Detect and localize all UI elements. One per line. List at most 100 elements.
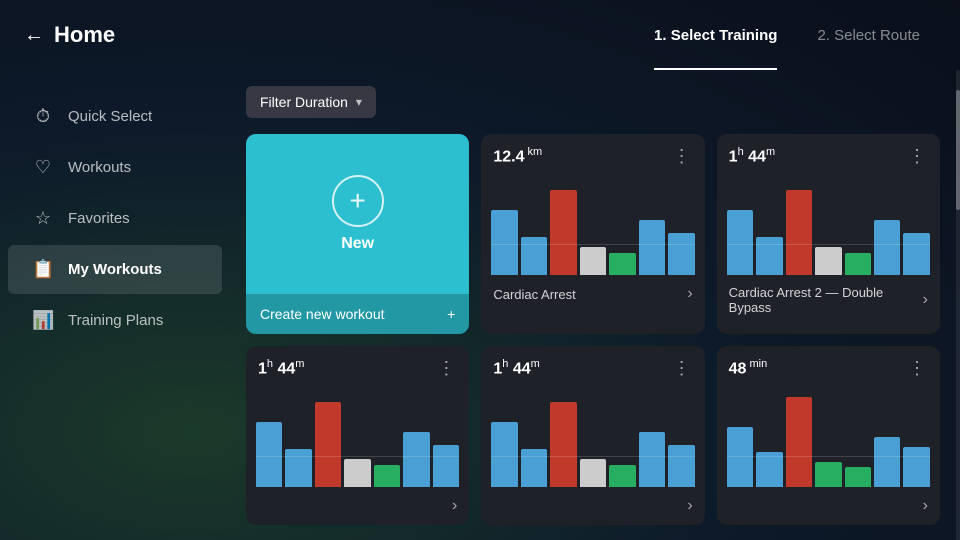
bar xyxy=(550,190,576,275)
card-duration: 1h 44m xyxy=(729,146,775,166)
bar xyxy=(845,467,871,487)
sidebar-item-quick-select[interactable]: ⏱ Quick Select xyxy=(8,92,222,141)
bar xyxy=(374,465,400,487)
back-button[interactable]: ← xyxy=(24,24,44,47)
arrow-right-icon: › xyxy=(687,285,692,303)
sidebar: ⏱ Quick Select ♡ Workouts ☆ Favorites 📋 … xyxy=(0,70,230,540)
star-icon: ☆ xyxy=(32,208,54,229)
bar xyxy=(256,422,282,487)
workout-card-3[interactable]: 1h 44m ⋮ › xyxy=(246,346,469,525)
main-layout: ⏱ Quick Select ♡ Workouts ☆ Favorites 📋 … xyxy=(0,70,960,540)
arrow-right-icon: › xyxy=(923,291,928,309)
arrow-right-icon: › xyxy=(923,497,928,515)
create-card-bottom: Create new workout + xyxy=(246,294,469,334)
chart-baseline xyxy=(727,456,930,457)
bar xyxy=(903,447,929,487)
page-title: Home xyxy=(54,22,115,48)
heart-icon: ♡ xyxy=(32,157,54,178)
card-header: 48 min ⋮ xyxy=(717,346,940,387)
workout-card-5[interactable]: 48 min ⋮ › xyxy=(717,346,940,525)
bar xyxy=(491,210,517,275)
more-menu-icon[interactable]: ⋮ xyxy=(906,146,928,167)
workout-name: Cardiac Arrest xyxy=(493,287,575,302)
arrow-right-icon: › xyxy=(452,497,457,515)
workout-name: Cardiac Arrest 2 — Double Bypass xyxy=(729,285,923,315)
chart-area xyxy=(246,387,469,487)
bar xyxy=(874,220,900,275)
bar xyxy=(521,237,547,275)
bar xyxy=(815,462,841,487)
sidebar-item-label: My Workouts xyxy=(68,261,162,278)
bar xyxy=(315,402,341,487)
bar xyxy=(845,253,871,275)
chart-icon: 📊 xyxy=(32,310,54,331)
plus-circle-icon: + xyxy=(332,175,384,227)
card-header: 1h 44m ⋮ xyxy=(717,134,940,175)
card-duration: 12.4 km xyxy=(493,146,542,166)
add-icon: + xyxy=(447,306,455,322)
sidebar-item-label: Workouts xyxy=(68,159,131,176)
chart-area xyxy=(717,387,940,487)
chart-area xyxy=(481,387,704,487)
bar xyxy=(639,432,665,487)
chart-baseline xyxy=(491,456,694,457)
arrow-right-icon: › xyxy=(687,497,692,515)
chart-baseline xyxy=(256,456,459,457)
bar xyxy=(580,459,606,487)
create-workout-card[interactable]: + New Create new workout + xyxy=(246,134,469,334)
more-menu-icon[interactable]: ⋮ xyxy=(435,358,457,379)
chart-area xyxy=(717,175,940,275)
bar xyxy=(903,233,929,275)
sidebar-item-favorites[interactable]: ☆ Favorites xyxy=(8,194,222,243)
more-menu-icon[interactable]: ⋮ xyxy=(671,358,693,379)
sidebar-item-workouts[interactable]: ♡ Workouts xyxy=(8,143,222,192)
create-workout-label: Create new workout xyxy=(260,306,385,322)
bar xyxy=(580,247,606,275)
workout-card-4[interactable]: 1h 44m ⋮ › xyxy=(481,346,704,525)
chart-area xyxy=(481,175,704,275)
bar xyxy=(874,437,900,487)
scrollbar-thumb[interactable] xyxy=(956,90,960,210)
bar xyxy=(815,247,841,275)
workout-card-cardiac-arrest[interactable]: 12.4 km ⋮ Cardiac Arrest › xyxy=(481,134,704,334)
bar xyxy=(756,452,782,487)
bar xyxy=(491,422,517,487)
filter-duration-button[interactable]: Filter Duration ▾ xyxy=(246,86,376,118)
card-header: 12.4 km ⋮ xyxy=(481,134,704,175)
scrollbar-track xyxy=(956,70,960,540)
chart-baseline xyxy=(491,244,694,245)
bar xyxy=(521,449,547,487)
filter-bar: Filter Duration ▾ xyxy=(246,86,940,118)
step-select-route[interactable]: 2. Select Route xyxy=(797,0,940,70)
chart-baseline xyxy=(727,244,930,245)
bar xyxy=(786,397,812,487)
card-duration: 48 min xyxy=(729,358,768,378)
card-duration: 1h 44m xyxy=(493,358,539,378)
bar xyxy=(285,449,311,487)
sidebar-item-label: Favorites xyxy=(68,210,130,227)
more-menu-icon[interactable]: ⋮ xyxy=(671,146,693,167)
bar xyxy=(786,190,812,275)
bar xyxy=(403,432,429,487)
card-header: 1h 44m ⋮ xyxy=(481,346,704,387)
bar xyxy=(609,465,635,487)
card-footer: Cardiac Arrest 2 — Double Bypass › xyxy=(717,275,940,325)
sidebar-item-my-workouts[interactable]: 📋 My Workouts xyxy=(8,245,222,294)
workout-card-cardiac-arrest-2[interactable]: 1h 44m ⋮ Cardiac Arrest 2 — Double Bypas… xyxy=(717,134,940,334)
card-footer: Cardiac Arrest › xyxy=(481,275,704,313)
card-duration: 1h 44m xyxy=(258,358,304,378)
header: ← Home 1. Select Training 2. Select Rout… xyxy=(0,0,960,70)
more-menu-icon[interactable]: ⋮ xyxy=(906,358,928,379)
bar xyxy=(344,459,370,487)
chevron-down-icon: ▾ xyxy=(356,95,362,109)
bar xyxy=(433,445,459,487)
new-label: New xyxy=(341,235,374,253)
bar xyxy=(550,402,576,487)
header-left: ← Home xyxy=(24,22,115,48)
clipboard-icon: 📋 xyxy=(32,259,54,280)
sidebar-item-training-plans[interactable]: 📊 Training Plans xyxy=(8,296,222,345)
card-header: 1h 44m ⋮ xyxy=(246,346,469,387)
step-select-training[interactable]: 1. Select Training xyxy=(634,0,797,70)
card-footer: › xyxy=(481,487,704,525)
timer-icon: ⏱ xyxy=(32,106,54,127)
